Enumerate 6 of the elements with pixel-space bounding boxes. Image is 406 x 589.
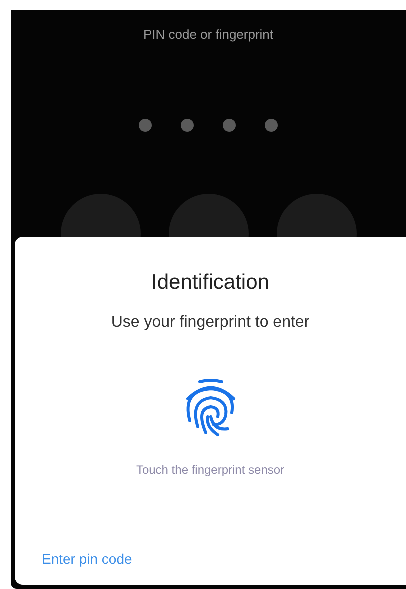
dialog-subtitle: Use your fingerprint to enter — [111, 312, 310, 332]
fingerprint-hint: Touch the fingerprint sensor — [136, 462, 285, 478]
lock-screen-title: PIN code or fingerprint — [143, 26, 274, 44]
fingerprint-icon — [184, 378, 238, 436]
enter-pin-code-link[interactable]: Enter pin code — [42, 551, 132, 567]
dialog-title: Identification — [152, 270, 270, 296]
